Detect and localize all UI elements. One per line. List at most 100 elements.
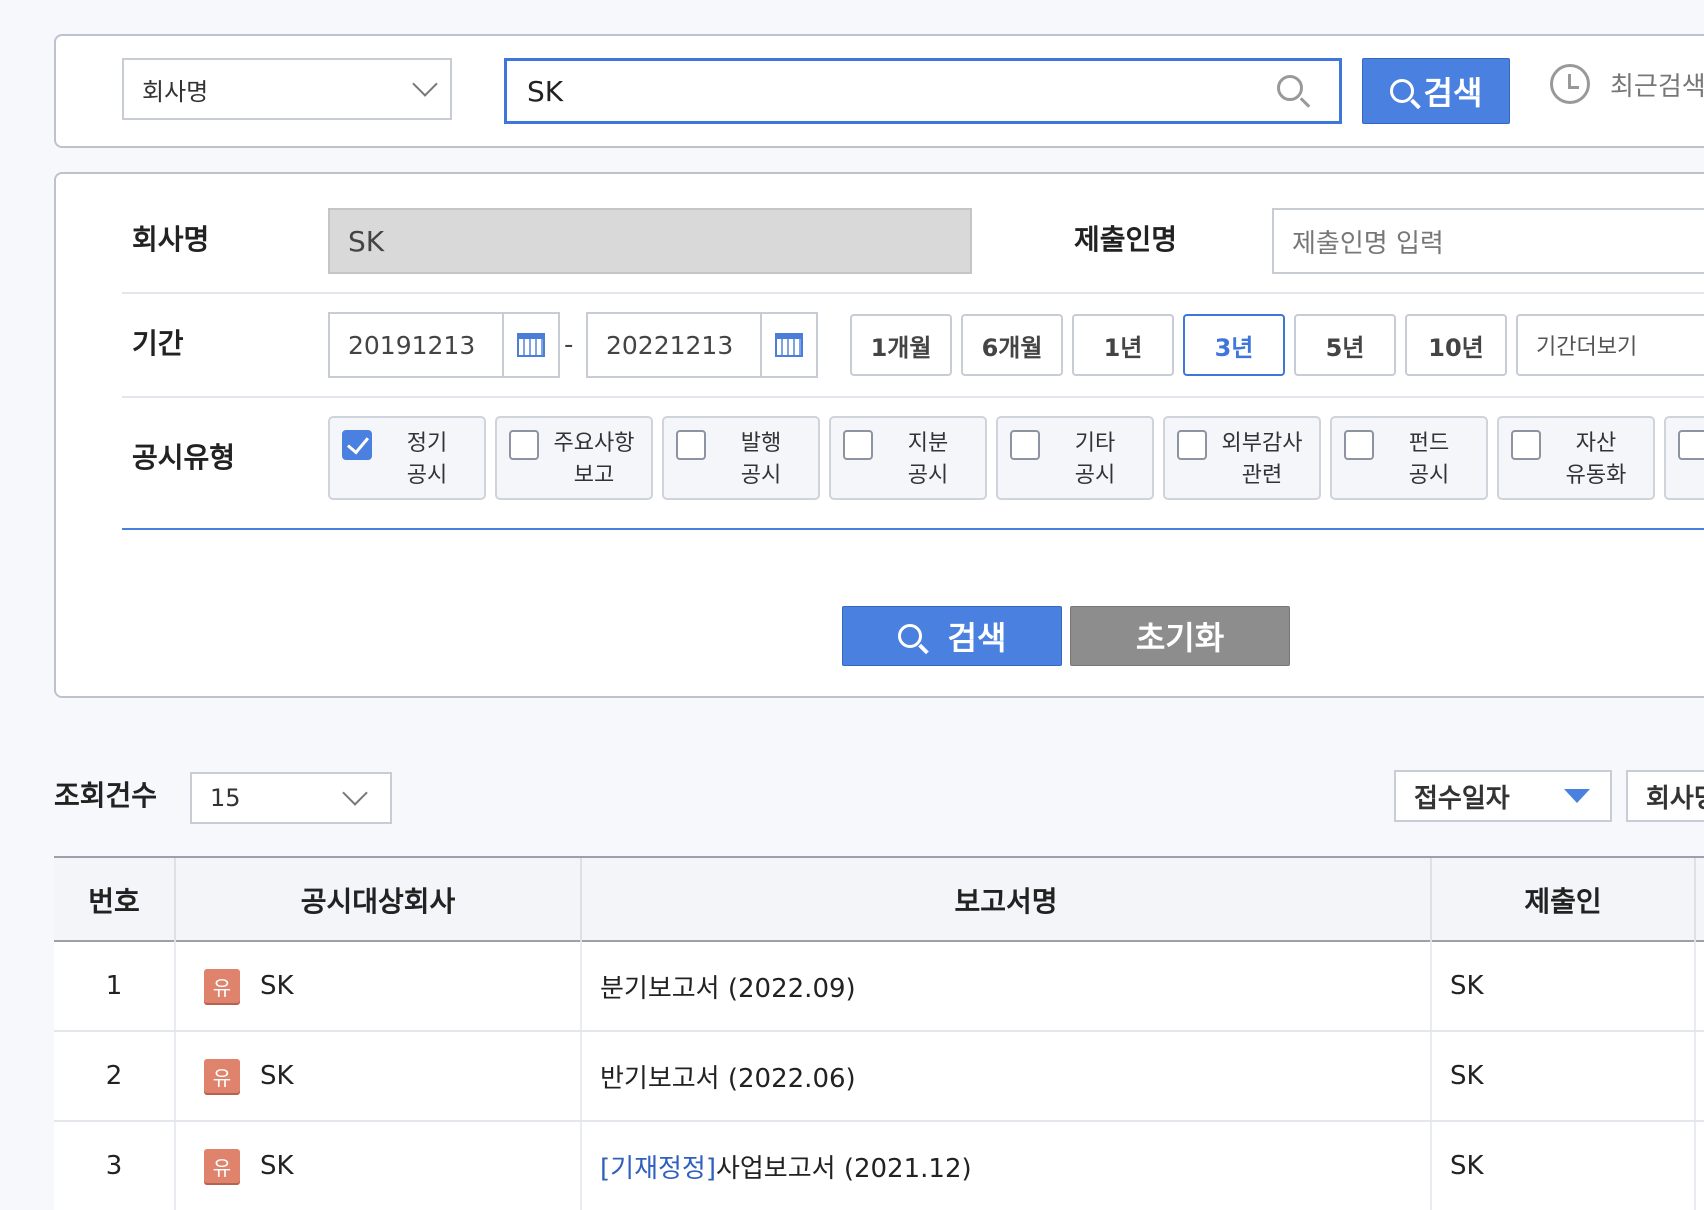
checkbox-icon (843, 430, 873, 460)
row-submitter: SK (1432, 942, 1696, 1030)
chevron-down-icon (342, 780, 368, 806)
period-5y-button[interactable]: 5년 (1294, 314, 1396, 376)
market-badge: 유 (204, 1149, 240, 1183)
quick-search-panel: 회사명 SK 검색 최근검색 (54, 34, 1704, 148)
type-abs-checkbox[interactable]: 자산유동화 (1497, 416, 1655, 500)
type-equity-checkbox[interactable]: 지분 공시 (829, 416, 987, 500)
row-report-link[interactable]: 반기보고서 (2022.06) (600, 1058, 856, 1095)
row-company-link[interactable]: SK (260, 1151, 294, 1181)
column-header-report: 보고서명 (582, 858, 1432, 942)
calendar-icon (517, 333, 545, 357)
submitter-label: 제출인명 (1074, 223, 1178, 256)
type-audit-checkbox[interactable]: 외부감사관련 (1163, 416, 1321, 500)
checkbox-icon (509, 430, 539, 460)
row-report-link[interactable]: 분기보고서 (2022.09) (600, 968, 856, 1005)
row-number: 2 (54, 1032, 176, 1120)
search-icon (1389, 79, 1414, 103)
type-line2: 공시 (406, 463, 448, 488)
column-header-company: 공시대상회사 (176, 858, 582, 942)
period-more-select[interactable]: 기간더보기 (1516, 314, 1704, 376)
type-line1: 기타 (1074, 431, 1116, 456)
disclosure-type-label: 공시유형 (132, 441, 236, 474)
recent-search-button[interactable]: 최근검색 (1550, 64, 1704, 104)
date-to-input[interactable]: 20221213 (586, 312, 818, 378)
table-row: 3 유 SK [기재정정] 사업보고서 (2021.12) SK (54, 1122, 1704, 1210)
type-line1: 펀드 (1408, 431, 1450, 456)
type-major-checkbox[interactable]: 주요사항보고 (495, 416, 653, 500)
type-regular-checkbox[interactable]: 정기공시 (328, 416, 486, 500)
row-company-link[interactable]: SK (260, 1061, 294, 1091)
company-field: SK (328, 208, 972, 274)
period-1m-button[interactable]: 1개월 (850, 314, 952, 376)
page-size-value: 15 (210, 784, 241, 812)
type-line2: 공시 (740, 463, 782, 488)
row-submitter: SK (1432, 1032, 1696, 1120)
detail-search-panel: 회사명 SK 제출인명 제출인명 입력 기간 20191213 - 202212… (54, 172, 1704, 698)
date-to-value: 20221213 (606, 330, 734, 360)
reset-button[interactable]: 초기화 (1070, 606, 1290, 666)
checkbox-icon (1177, 430, 1207, 460)
market-badge: 유 (204, 969, 240, 1003)
period-label: 기간 (132, 327, 184, 360)
row-report-prefix[interactable]: [기재정정] (600, 1148, 716, 1185)
period-3y-button[interactable]: 3년 (1183, 314, 1285, 376)
quick-search-button[interactable]: 검색 (1362, 58, 1510, 124)
company-field-value: SK (348, 224, 385, 258)
quick-search-button-label: 검색 (1423, 74, 1483, 112)
row-number: 3 (54, 1122, 176, 1210)
sort-date-select[interactable]: 접수일자 (1394, 770, 1612, 822)
divider (122, 396, 1704, 398)
row-report-link[interactable]: 사업보고서 (2021.12) (716, 1148, 972, 1185)
submitter-input[interactable]: 제출인명 입력 (1272, 208, 1704, 274)
calendar-button[interactable] (760, 314, 816, 376)
company-label: 회사명 (132, 223, 210, 256)
row-company-link[interactable]: SK (260, 971, 294, 1001)
sort-company-select[interactable]: 회사명 (1626, 770, 1704, 822)
period-1y-button[interactable]: 1년 (1072, 314, 1174, 376)
search-category-value: 회사명 (142, 77, 209, 106)
type-line1: 외부감사 (1221, 431, 1303, 456)
period-more-label: 기간더보기 (1536, 335, 1638, 360)
row-company-cell: 유 SK (176, 1122, 582, 1210)
type-line1: 정기 (406, 431, 448, 456)
row-report-cell: 반기보고서 (2022.06) (582, 1032, 1432, 1120)
recent-search-label: 최근검색 (1610, 71, 1704, 102)
type-line1: 발행 (740, 431, 782, 456)
detail-search-label: 검색 (947, 619, 1007, 657)
calendar-button[interactable] (502, 314, 558, 376)
submitter-placeholder: 제출인명 입력 (1292, 228, 1444, 259)
type-other-checkbox[interactable]: 기타 공시 (996, 416, 1154, 500)
row-report-cell: [기재정정] 사업보고서 (2021.12) (582, 1122, 1432, 1210)
detail-search-button[interactable]: 검색 (842, 606, 1062, 666)
search-input[interactable]: SK (504, 58, 1342, 124)
period-6m-button[interactable]: 6개월 (961, 314, 1063, 376)
type-line1: 주요사항 (553, 431, 635, 456)
checkbox-icon (1344, 430, 1374, 460)
checkbox-icon (1511, 430, 1541, 460)
table-row: 1 유 SK 분기보고서 (2022.09) SK (54, 942, 1704, 1032)
type-line2: 관련 (1241, 463, 1283, 488)
type-fund-checkbox[interactable]: 펀드공시 (1330, 416, 1488, 500)
type-line2: 유동화 (1565, 463, 1627, 488)
type-line2: 공시 (1408, 463, 1450, 488)
type-line2: 보고 (573, 463, 615, 488)
type-line1: 자산 (1575, 431, 1617, 456)
chevron-down-icon (412, 71, 438, 97)
table-row: 2 유 SK 반기보고서 (2022.06) SK (54, 1032, 1704, 1122)
sort-company-label: 회사명 (1646, 783, 1704, 814)
checkbox-icon (1010, 430, 1040, 460)
sort-date-label: 접수일자 (1414, 783, 1510, 814)
checkbox-checked-icon (342, 430, 372, 460)
column-header-no: 번호 (54, 858, 176, 942)
type-more-checkbox[interactable] (1664, 416, 1704, 500)
date-from-input[interactable]: 20191213 (328, 312, 560, 378)
type-issuance-checkbox[interactable]: 발행공시 (662, 416, 820, 500)
period-10y-button[interactable]: 10년 (1405, 314, 1507, 376)
column-header-submitter: 제출인 (1432, 858, 1696, 942)
divider (122, 292, 1704, 294)
table-header: 번호 공시대상회사 보고서명 제출인 (54, 856, 1704, 942)
calendar-icon (775, 333, 803, 357)
search-category-select[interactable]: 회사명 (122, 58, 452, 120)
clock-icon (1550, 64, 1590, 104)
page-size-select[interactable]: 15 (190, 772, 392, 824)
